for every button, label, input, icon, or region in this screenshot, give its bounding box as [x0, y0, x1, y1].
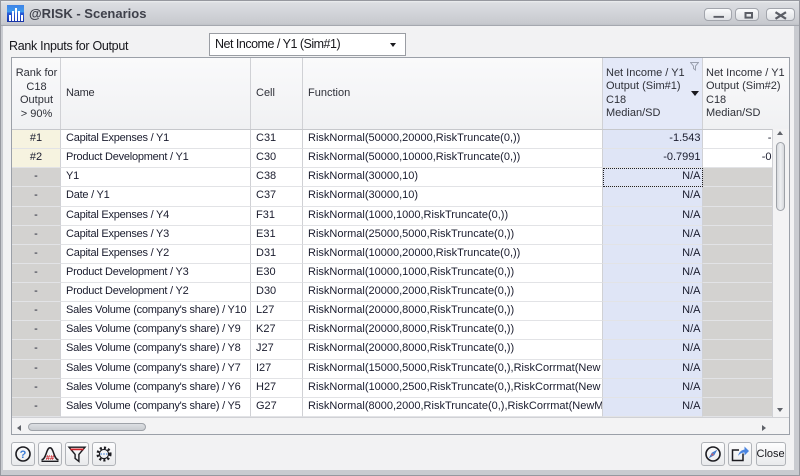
svg-text:?: ? — [19, 449, 26, 461]
svg-text:##: ## — [45, 453, 54, 462]
